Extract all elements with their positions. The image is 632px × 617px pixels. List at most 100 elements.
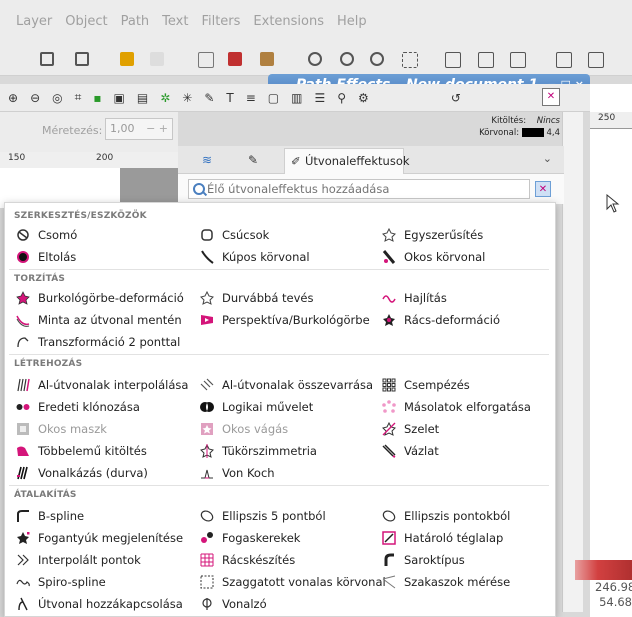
effect-item[interactable]: Al-útvonalak interpolálása xyxy=(16,375,188,395)
zoom-drawing-icon[interactable] xyxy=(340,52,354,66)
tab-pen-icon[interactable]: ✎ xyxy=(248,153,258,167)
effect-item[interactable]: Burkológörbe-deformáció xyxy=(16,288,184,308)
menu-extensions[interactable]: Extensions xyxy=(253,14,324,29)
effect-item[interactable]: Vonalkázás (durva) xyxy=(16,463,148,483)
effect-item[interactable]: Határoló téglalap xyxy=(382,528,503,548)
sizing-value[interactable]: 1,00 xyxy=(110,122,135,136)
snap-bbox-icon[interactable]: ▣ xyxy=(114,91,125,105)
effect-item[interactable]: Transzformáció 2 ponttal xyxy=(16,332,180,352)
cut-icon[interactable] xyxy=(228,52,242,66)
close-search-icon[interactable]: ✕ xyxy=(535,181,551,197)
effect-item[interactable]: Saroktípus xyxy=(382,550,465,570)
zoom-page-width-icon[interactable]: ⌗ xyxy=(75,90,82,105)
frame-icon[interactable]: ▢ xyxy=(268,91,279,105)
text-tool-icon[interactable]: T xyxy=(226,91,233,105)
canvas-right-area[interactable] xyxy=(590,84,632,617)
zoom-icon[interactable] xyxy=(308,52,322,66)
effect-item[interactable]: Eltolás xyxy=(16,247,76,267)
effect-item[interactable]: Vázlat xyxy=(382,441,439,461)
effect-item[interactable]: B-spline xyxy=(16,506,84,526)
menu-layer[interactable]: Layer xyxy=(16,14,52,29)
effect-item-disabled[interactable]: Okos maszk xyxy=(16,419,107,439)
undo-history-icon[interactable]: ↺ xyxy=(451,91,461,105)
effect-item[interactable]: Szaggatott vonalas körvonal xyxy=(200,572,386,592)
effect-search-input[interactable] xyxy=(207,182,507,196)
preferences-icon[interactable]: ⚙ xyxy=(358,91,369,105)
effect-item[interactable]: Szelet xyxy=(382,419,439,439)
effect-item[interactable]: Többelemű kitöltés xyxy=(16,441,147,461)
effect-item[interactable]: Al-útvonalak összevarrása xyxy=(200,375,373,395)
menu-filters[interactable]: Filters xyxy=(201,14,240,29)
effect-item[interactable]: Fogantyúk megjelenítése xyxy=(16,528,183,548)
align-icon[interactable] xyxy=(588,52,604,68)
effect-item[interactable]: Eredeti klónozása xyxy=(16,397,140,417)
ungroup-icon[interactable] xyxy=(478,52,494,68)
effect-item[interactable]: Ellipszis 5 pontból xyxy=(200,506,326,526)
effect-item[interactable]: Hajlítás xyxy=(382,288,447,308)
effect-item-disabled[interactable]: Okos vágás xyxy=(200,419,288,439)
effect-search-field[interactable] xyxy=(188,179,530,199)
effect-item[interactable]: Logikai művelet xyxy=(200,397,313,417)
layers-icon[interactable]: ☰ xyxy=(314,91,325,105)
import-icon[interactable] xyxy=(40,52,54,66)
tab-path-effects[interactable]: ✐ Útvonaleffektusok × xyxy=(284,148,410,192)
find-icon[interactable]: ⚲ xyxy=(337,91,346,105)
effect-item[interactable]: Ellipszis pontokból xyxy=(382,506,510,526)
zoom-in-icon[interactable]: ⊕ xyxy=(8,91,18,105)
effect-item[interactable]: Tükörszimmetria xyxy=(200,441,317,461)
effect-item[interactable]: Okos körvonal xyxy=(382,247,485,267)
effect-item[interactable]: Csúcsok xyxy=(200,225,269,245)
effect-item[interactable]: Rács-deformáció xyxy=(382,310,500,330)
effect-item[interactable]: Rácskészítés xyxy=(200,550,295,570)
effect-item[interactable]: Durvábbá tevés xyxy=(200,288,313,308)
effect-item[interactable]: Csempézés xyxy=(382,375,470,395)
effect-item[interactable]: Csomó xyxy=(16,225,77,245)
sizing-spinbox[interactable]: 1,00 − + xyxy=(105,118,173,140)
redo-icon[interactable] xyxy=(150,52,164,66)
mouse-cursor-icon xyxy=(606,194,620,213)
effect-item[interactable]: Másolatok elforgatása xyxy=(382,397,531,417)
zoom-out-icon[interactable]: ⊖ xyxy=(30,91,40,105)
palette-strip[interactable] xyxy=(575,560,632,580)
sizing-stepper-buttons[interactable]: − + xyxy=(146,122,168,136)
undo-icon[interactable] xyxy=(120,52,134,66)
effect-item[interactable]: Vonalzó xyxy=(200,594,267,614)
chevron-down-icon[interactable]: ⌄ xyxy=(543,152,552,165)
menu-bar: Layer Object Path Text Filters Extension… xyxy=(0,0,632,42)
zoom-page-icon[interactable] xyxy=(370,52,384,66)
effect-item[interactable]: Egyszerűsítés xyxy=(382,225,483,245)
document-props-icon[interactable]: ▥ xyxy=(291,91,302,105)
stroke-color-swatch[interactable] xyxy=(521,128,544,137)
snap-rotation-icon[interactable]: ✳ xyxy=(182,91,192,105)
effect-item[interactable]: Interpolált pontok xyxy=(16,550,141,570)
effect-item[interactable]: Szakaszok mérése xyxy=(382,572,510,592)
menu-object[interactable]: Object xyxy=(65,14,107,29)
zoom-fit-icon[interactable] xyxy=(402,52,418,68)
effect-item[interactable]: Kúpos körvonal xyxy=(200,247,310,267)
snap-guide-icon[interactable]: ▤ xyxy=(137,91,148,105)
effect-item[interactable]: Von Koch xyxy=(200,463,275,483)
export-icon[interactable] xyxy=(75,52,89,66)
close-toolbar-icon[interactable]: ✕ xyxy=(542,88,560,106)
clone-icon[interactable] xyxy=(510,52,526,68)
align-text-icon[interactable]: ≡ xyxy=(246,91,256,105)
snap-nodes-icon[interactable]: ▪ xyxy=(93,91,101,105)
vertical-scrollbar[interactable] xyxy=(562,112,583,612)
duplicate-icon[interactable] xyxy=(198,52,214,68)
effect-item[interactable]: Minta az útvonal mentén xyxy=(16,310,182,330)
snap-center-icon[interactable]: ✲ xyxy=(160,91,170,105)
pen-icon[interactable]: ✎ xyxy=(204,91,214,105)
fill-stroke-indicator[interactable]: Kitöltés: Nincs Körvonal: 4,4 xyxy=(430,116,560,146)
effect-item[interactable]: Perspektíva/Burkológörbe xyxy=(200,310,370,330)
paste-icon[interactable] xyxy=(260,52,274,66)
effect-item[interactable]: Fogaskerekek xyxy=(200,528,300,548)
effect-item[interactable]: Spiro-spline xyxy=(16,572,106,592)
menu-text[interactable]: Text xyxy=(162,14,188,29)
effect-item[interactable]: Útvonal hozzákapcsolása xyxy=(16,594,183,614)
menu-path[interactable]: Path xyxy=(121,14,150,29)
group-icon[interactable] xyxy=(445,52,461,68)
zoom-selection-icon[interactable]: ◎ xyxy=(52,91,62,105)
xml-editor-icon[interactable] xyxy=(556,52,572,68)
tab-fill-stroke-icon[interactable]: ≋ xyxy=(202,153,212,167)
menu-help[interactable]: Help xyxy=(337,14,367,29)
